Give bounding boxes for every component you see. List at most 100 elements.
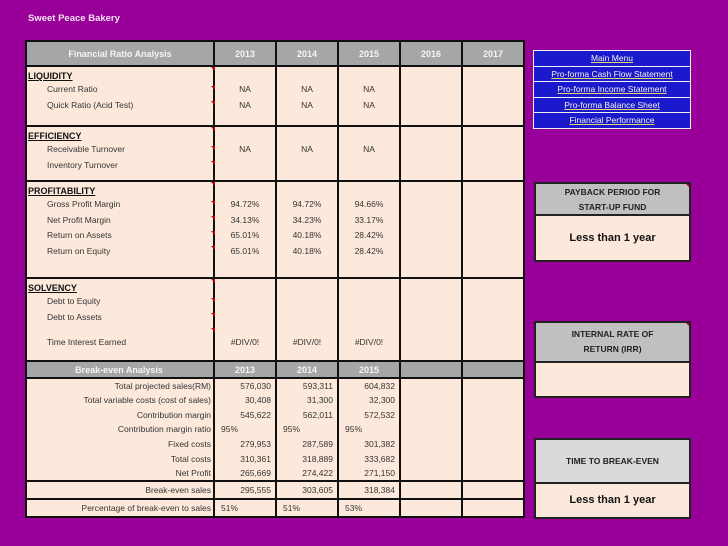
breakeven-value[interactable]: 562,011 [275,407,339,423]
ratio-value[interactable]: NA [277,142,337,158]
breakeven-value[interactable]: 333,682 [337,451,401,467]
breakeven-value[interactable]: 295,555 [213,479,277,500]
ratio-item-label[interactable]: Return on Equity [27,244,213,260]
menu-link-balance-sheet[interactable]: Pro-forma Balance Sheet [534,97,690,112]
breakeven-value[interactable]: 287,589 [275,436,339,452]
breakeven-value[interactable]: 51% [213,497,277,518]
ratio-item-label[interactable]: Debt to Assets [27,310,213,326]
menu-link-main-menu[interactable]: Main Menu [534,51,690,66]
ratio-value[interactable] [401,98,461,114]
breakeven-row-label[interactable]: Contribution margin ratio [25,422,215,437]
ratio-value[interactable] [463,294,523,310]
breakeven-row-label[interactable]: Fixed costs [25,436,215,452]
breakeven-value[interactable]: 279,953 [213,436,277,452]
ratio-value[interactable]: 94.72% [215,197,275,213]
ratio-value[interactable] [463,158,523,174]
ratio-value[interactable]: 94.72% [277,197,337,213]
breakeven-value[interactable]: 318,384 [337,479,401,500]
breakeven-row-label[interactable]: Total costs [25,451,215,467]
breakeven-value[interactable]: 95% [275,422,339,437]
ratio-value[interactable]: 65.01% [215,244,275,260]
ratio-value[interactable]: NA [339,98,399,114]
comment-indicator-icon[interactable] [211,182,215,186]
breakeven-value[interactable]: 604,832 [337,377,401,393]
comment-indicator-icon[interactable] [211,328,215,332]
ratio-year-header[interactable]: 2013 [213,40,277,67]
comment-indicator-icon[interactable] [211,279,215,283]
ratio-value[interactable] [463,197,523,213]
ratio-value[interactable] [401,213,461,229]
ratio-value[interactable] [463,310,523,326]
comment-indicator-icon[interactable] [211,201,215,205]
breakeven-value[interactable]: 31,300 [275,392,339,408]
ratio-year-header[interactable]: 2016 [399,40,463,67]
menu-link-cash-flow[interactable]: Pro-forma Cash Flow Statement [534,66,690,81]
ratio-value[interactable]: 34.23% [277,213,337,229]
ratio-value[interactable] [463,82,523,98]
comment-indicator-icon[interactable] [211,101,215,105]
breakeven-value[interactable]: 310,361 [213,451,277,467]
ratio-value[interactable] [463,213,523,229]
ratio-value[interactable]: 65.01% [215,228,275,244]
ratio-value[interactable] [277,158,337,174]
time-to-breakeven-value[interactable]: Less than 1 year [536,484,689,517]
comment-indicator-icon[interactable] [211,146,215,150]
ratio-value[interactable] [401,244,461,260]
ratio-value[interactable]: NA [215,142,275,158]
ratio-value[interactable]: 40.18% [277,244,337,260]
ratio-value[interactable] [463,98,523,114]
ratio-value[interactable]: 28.42% [339,244,399,260]
breakeven-value[interactable]: 32,300 [337,392,401,408]
ratio-item-label[interactable]: Receivable Turnover [27,142,213,158]
comment-indicator-icon[interactable] [211,127,215,131]
breakeven-value[interactable]: 95% [337,422,401,437]
ratio-value[interactable]: NA [339,82,399,98]
breakeven-row-label[interactable]: Total variable costs (cost of sales) [25,392,215,408]
breakeven-value[interactable]: 318,889 [275,451,339,467]
comment-indicator-icon[interactable] [211,231,215,235]
ratio-value[interactable] [463,228,523,244]
breakeven-value[interactable]: 301,382 [337,436,401,452]
breakeven-value[interactable]: 274,422 [275,466,339,482]
ratio-value[interactable] [339,294,399,310]
ratio-value[interactable] [215,294,275,310]
ratio-value[interactable]: NA [339,142,399,158]
ratio-value[interactable] [277,310,337,326]
breakeven-year-header[interactable]: 2014 [275,360,339,379]
breakeven-value[interactable]: 51% [275,497,339,518]
breakeven-value[interactable]: 572,532 [337,407,401,423]
ratio-value[interactable]: 94.66% [339,197,399,213]
ratio-value[interactable] [401,82,461,98]
ratio-value[interactable] [401,294,461,310]
menu-link-financial-performance[interactable]: Financial Performance [534,113,690,128]
ratio-value[interactable]: 34.13% [215,213,275,229]
breakeven-value[interactable]: 545,622 [213,407,277,423]
ratio-value[interactable] [401,158,461,174]
breakeven-value[interactable]: 265,669 [213,466,277,482]
comment-indicator-icon[interactable] [211,313,215,317]
ratio-item-label[interactable]: Net Profit Margin [27,213,213,229]
breakeven-value[interactable]: 576,030 [213,377,277,393]
ratio-item-label[interactable]: Inventory Turnover [27,158,213,174]
ratio-value[interactable] [339,158,399,174]
ratio-item-label[interactable]: Current Ratio [27,82,213,98]
ratio-value[interactable] [463,244,523,260]
breakeven-value[interactable]: 30,408 [213,392,277,408]
breakeven-year-header[interactable]: 2013 [213,360,277,379]
breakeven-value[interactable]: 271,150 [337,466,401,482]
ratio-value[interactable] [401,310,461,326]
breakeven-row-label[interactable]: Contribution margin [25,407,215,423]
breakeven-value[interactable]: 593,311 [275,377,339,393]
ratio-year-header[interactable]: 2014 [275,40,339,67]
ratio-value[interactable]: NA [215,98,275,114]
comment-indicator-icon[interactable] [211,67,215,71]
ratio-value[interactable]: 40.18% [277,228,337,244]
breakeven-value[interactable]: 95% [213,422,277,437]
payback-period-value[interactable]: Less than 1 year [536,216,689,260]
irr-value[interactable] [536,363,689,396]
ratio-value[interactable] [401,142,461,158]
breakeven-value[interactable]: 303,605 [275,479,339,500]
ratio-item-label[interactable]: Gross Profit Margin [27,197,213,213]
ratio-value[interactable] [215,158,275,174]
ratio-value[interactable] [277,294,337,310]
